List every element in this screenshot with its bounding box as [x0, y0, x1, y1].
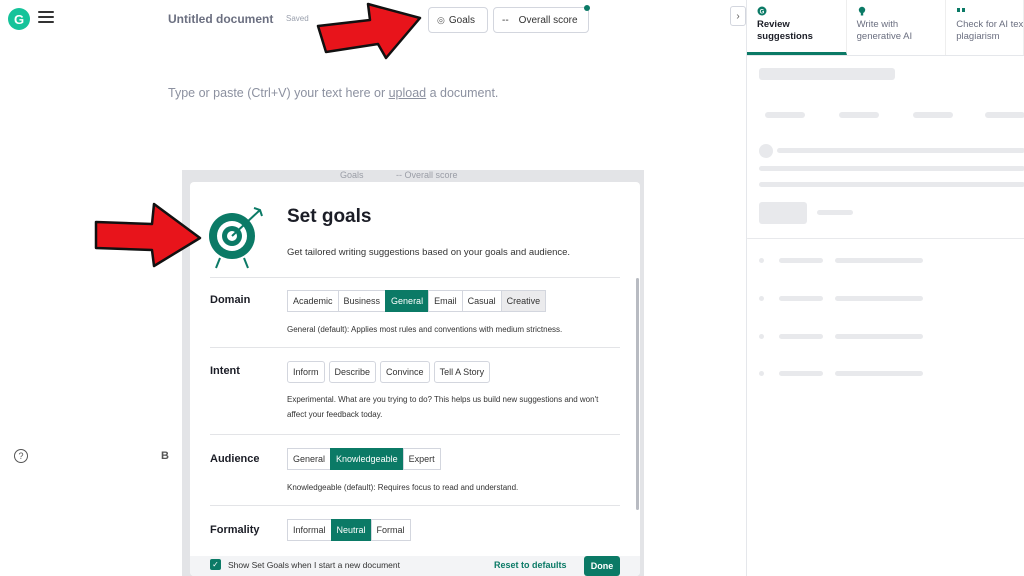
tab-write-ai[interactable]: Write with generative AI [847, 0, 947, 55]
tab-label: Review suggestions [757, 19, 813, 43]
ghost-goals-label: Goals [340, 170, 364, 180]
intent-label: Intent [210, 365, 240, 377]
audience-option-expert[interactable]: Expert [402, 448, 441, 470]
skeleton-line [759, 68, 895, 80]
score-label: Overall score [518, 14, 578, 26]
formality-selector: Informal Neutral Formal [287, 519, 411, 541]
done-button[interactable]: Done [584, 556, 620, 576]
domain-option-academic[interactable]: Academic [287, 290, 339, 312]
skeleton-line [759, 166, 1024, 171]
skeleton-avatar [759, 144, 773, 158]
skeleton-dot [759, 258, 764, 263]
skeleton-line [817, 210, 853, 215]
modal-subtitle: Get tailored writing suggestions based o… [287, 247, 571, 258]
formality-label: Formality [210, 524, 260, 536]
collapse-panel-button[interactable]: › [730, 6, 746, 26]
skeleton-line [835, 371, 923, 376]
audience-description: Knowledgeable (default): Requires focus … [287, 483, 519, 492]
skeleton-line [835, 296, 923, 301]
saved-status: Saved [286, 14, 309, 23]
upload-link[interactable]: upload [389, 86, 427, 100]
intent-option-convince[interactable]: Convince [380, 361, 430, 383]
svg-text:G: G [760, 9, 765, 15]
divider [210, 505, 620, 506]
set-goals-modal: Set goals Get tailored writing suggestio… [190, 182, 640, 576]
help-icon[interactable]: ? [14, 449, 28, 463]
skeleton-dot [759, 296, 764, 301]
skeleton-dot [759, 371, 764, 376]
skeleton-line [779, 334, 823, 339]
domain-option-casual[interactable]: Casual [461, 290, 502, 312]
reset-defaults-link[interactable]: Reset to defaults [494, 560, 567, 570]
skeleton-line [835, 258, 923, 263]
skeleton-line [913, 112, 953, 118]
divider [210, 277, 620, 278]
tab-check-ai-plagiarism[interactable]: Check for AI text & plagiarism [946, 0, 1024, 55]
domain-label: Domain [210, 294, 251, 306]
audience-label: Audience [210, 453, 260, 465]
score-status-dot [584, 5, 590, 11]
skeleton-line [779, 296, 823, 301]
skeleton-line [835, 334, 923, 339]
show-set-goals-label: Show Set Goals when I start a new docume… [228, 560, 400, 570]
domain-option-business[interactable]: Business [337, 290, 387, 312]
panel-tabs: G Review suggestions Write with generati… [747, 0, 1024, 56]
score-value: -- [502, 14, 509, 26]
goals-button[interactable]: ◎ Goals [428, 7, 488, 33]
red-arrow-icon [316, 2, 422, 60]
divider [210, 434, 620, 435]
skeleton-line [779, 258, 823, 263]
skeleton-line [765, 112, 805, 118]
quote-icon [957, 8, 966, 12]
tab-label: Check for AI text & plagiarism [956, 19, 1024, 43]
intent-option-inform[interactable]: Inform [287, 361, 325, 383]
domain-description: General (default): Applies most rules an… [287, 325, 563, 334]
skeleton-line [759, 182, 1024, 187]
formality-option-informal[interactable]: Informal [287, 519, 332, 541]
modal-footer: ✓ Show Set Goals when I start a new docu… [190, 556, 640, 576]
domain-option-general[interactable]: General [385, 290, 430, 312]
target-arrow-icon [209, 207, 263, 269]
divider [210, 347, 620, 348]
domain-option-email[interactable]: Email [428, 290, 463, 312]
skeleton-button [759, 202, 807, 224]
grammarly-icon: G [757, 6, 767, 16]
domain-option-creative[interactable]: Creative [500, 290, 547, 312]
intent-option-describe[interactable]: Describe [328, 361, 377, 383]
intent-description: Experimental. What are you trying to do?… [287, 395, 599, 420]
show-set-goals-checkbox[interactable]: ✓ [210, 559, 221, 570]
modal-title: Set goals [287, 206, 372, 227]
skeleton-line [779, 371, 823, 376]
grammarly-logo[interactable]: G [8, 8, 30, 30]
suggestions-panel: G Review suggestions Write with generati… [746, 0, 1024, 576]
skeleton-dot [759, 334, 764, 339]
bold-icon[interactable]: B [161, 450, 169, 462]
formality-option-neutral[interactable]: Neutral [330, 519, 372, 541]
skeleton-line [985, 112, 1024, 118]
editor-placeholder[interactable]: Type or paste (Ctrl+V) your text here or… [168, 86, 498, 100]
skeleton-line [777, 148, 1024, 153]
intent-selector: Inform Describe Convince Tell A Story [287, 361, 491, 383]
red-arrow-icon [94, 202, 202, 268]
goals-label: Goals [448, 14, 475, 26]
bulb-icon [858, 6, 865, 16]
formality-option-formal[interactable]: Formal [370, 519, 411, 541]
overall-score-button[interactable]: -- Overall score [493, 7, 589, 33]
placeholder-text-start: Type or paste (Ctrl+V) your text here or [168, 86, 389, 100]
document-title[interactable]: Untitled document [168, 12, 273, 26]
skeleton-line [839, 112, 879, 118]
tab-label: Write with generative AI [856, 19, 913, 43]
placeholder-text-end: a document. [426, 86, 499, 100]
menu-icon[interactable] [38, 11, 54, 25]
target-icon: ◎ [437, 14, 445, 25]
audience-option-general[interactable]: General [287, 448, 332, 470]
audience-option-knowledgeable[interactable]: Knowledgeable [330, 448, 404, 470]
modal-scrollbar[interactable] [636, 278, 639, 510]
audience-selector: General Knowledgeable Expert [287, 448, 441, 470]
domain-selector: Academic Business General Email Casual C… [287, 290, 547, 312]
ghost-score-label: -- Overall score [396, 170, 458, 180]
tab-review-suggestions[interactable]: G Review suggestions [747, 0, 847, 55]
intent-option-tell-a-story[interactable]: Tell A Story [433, 361, 491, 383]
skeleton-divider [747, 238, 1024, 239]
